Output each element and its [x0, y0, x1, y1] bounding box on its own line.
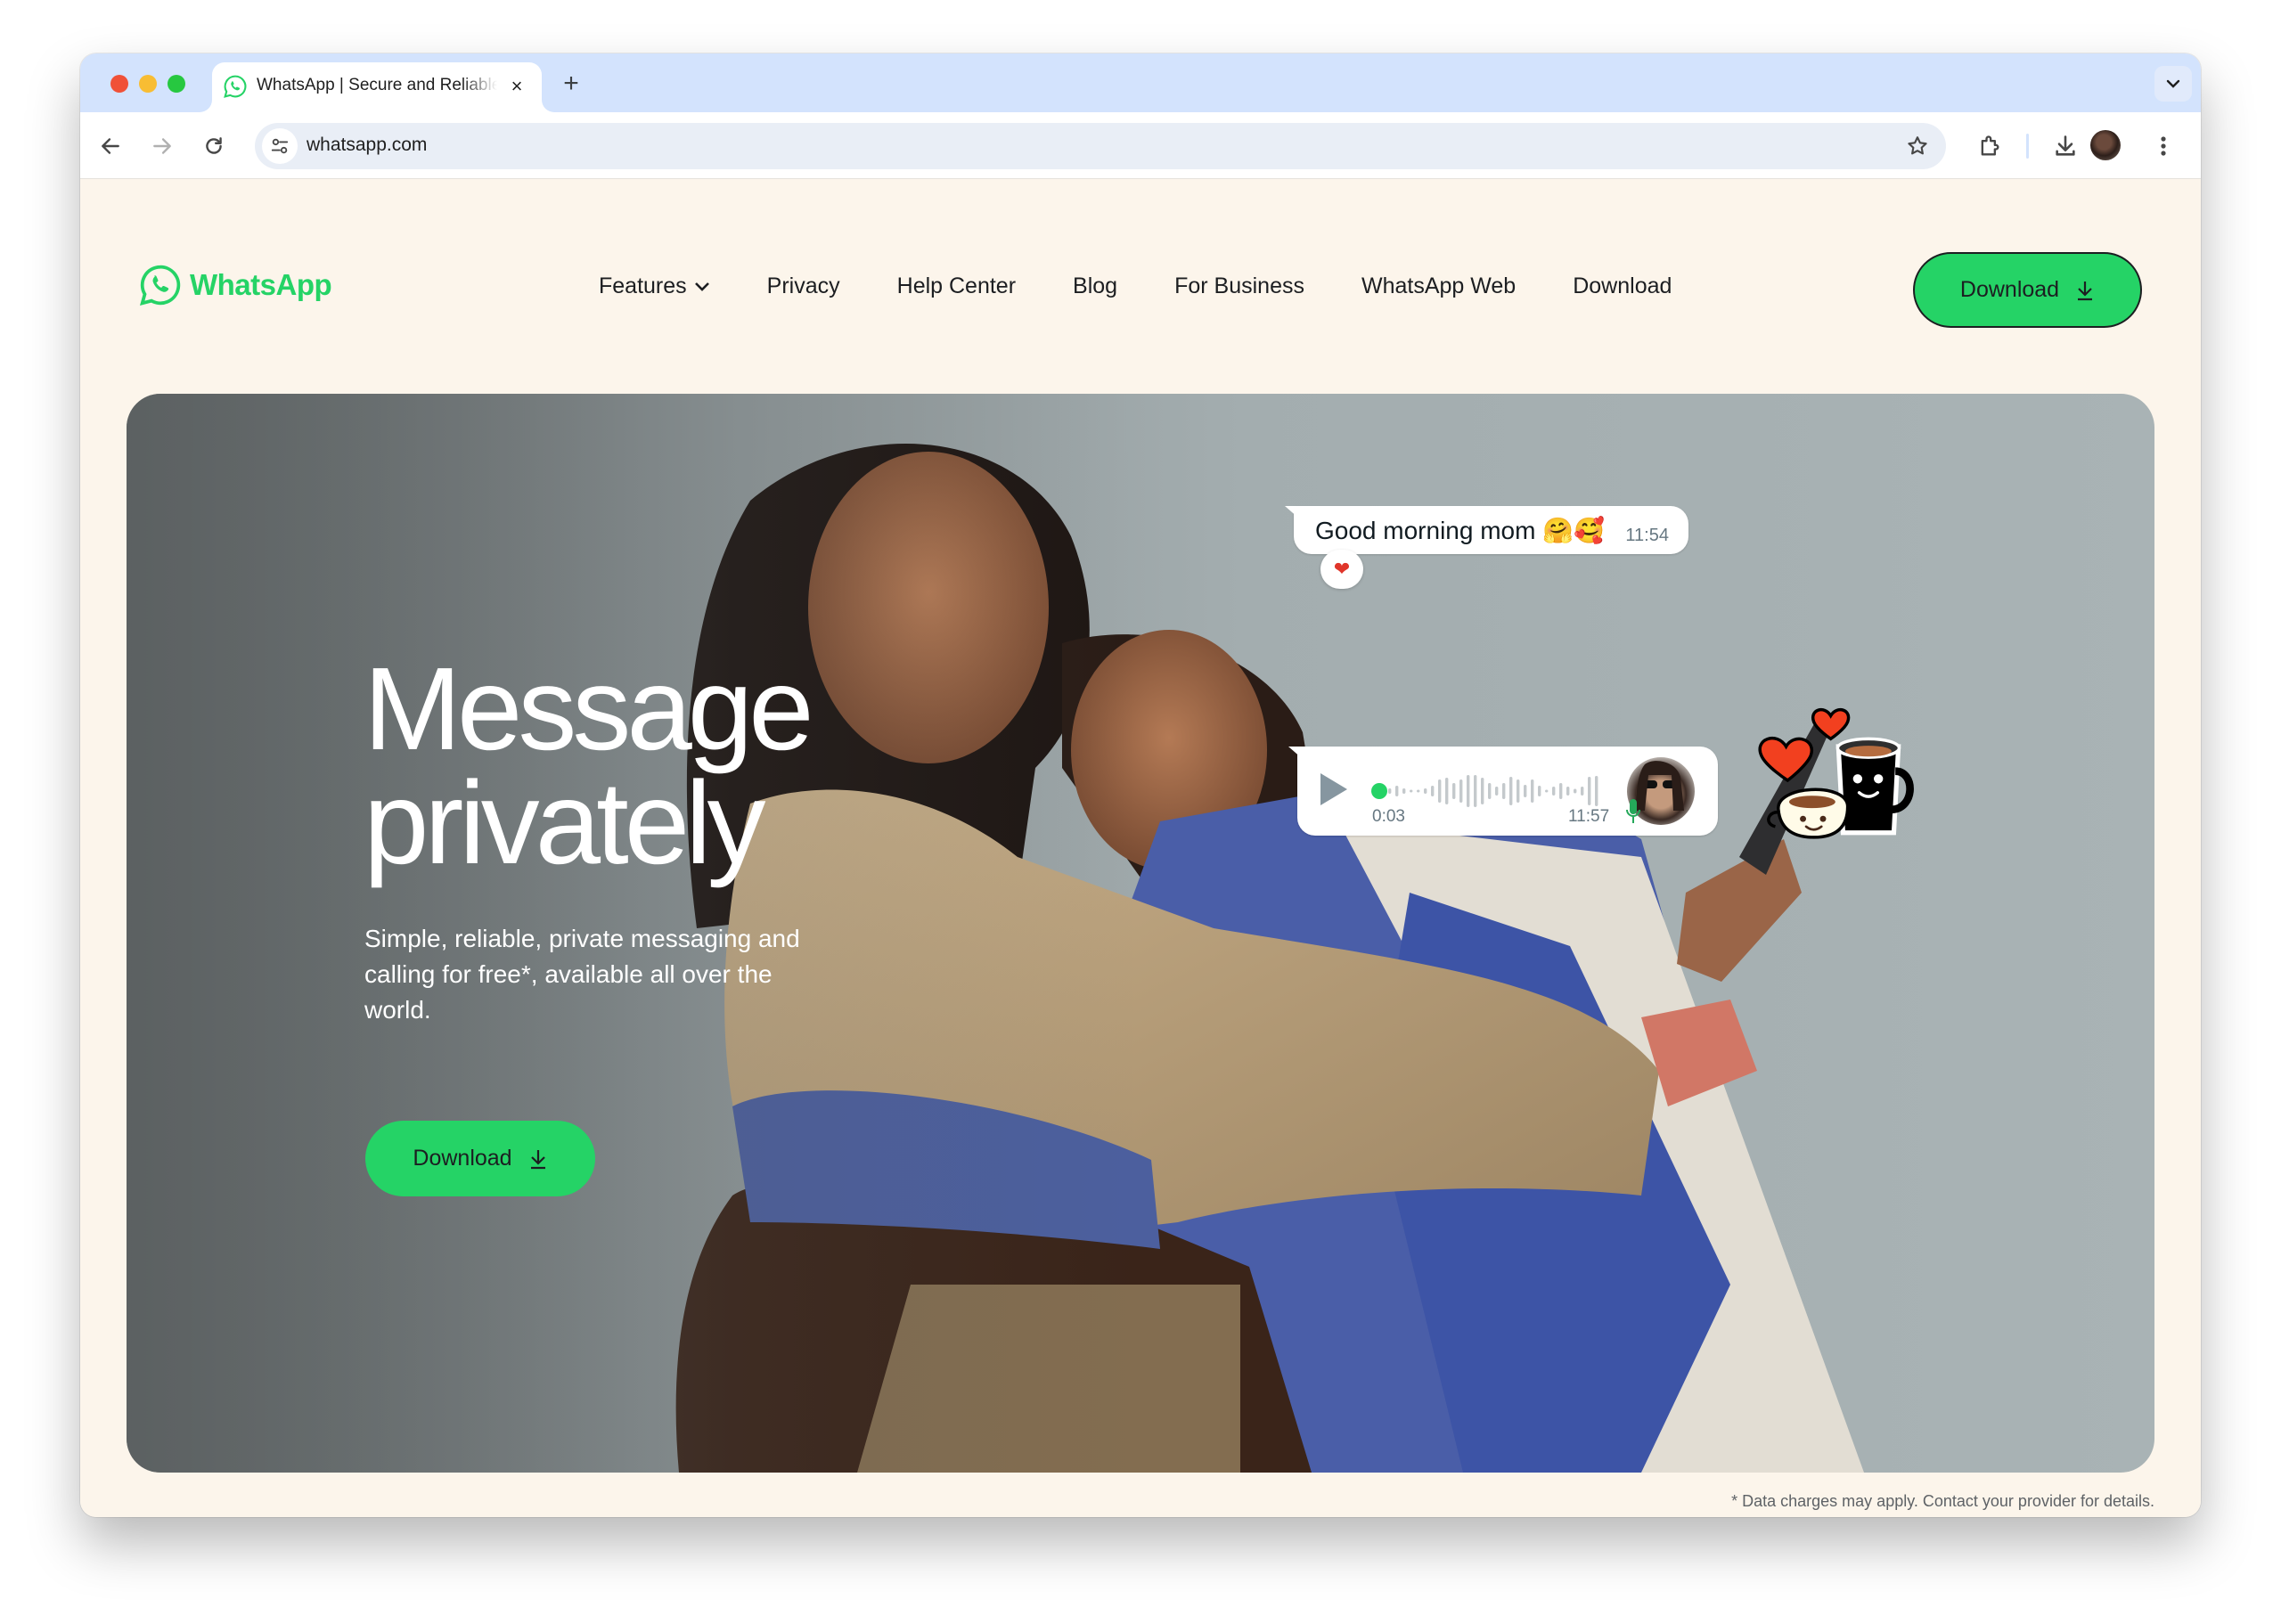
waveform-bar: [1531, 779, 1534, 803]
play-icon[interactable]: [1320, 773, 1347, 805]
tab-search-chevron-icon[interactable]: [2154, 66, 2192, 102]
tab-whatsapp[interactable]: WhatsApp | Secure and Reliable Free Priv…: [212, 62, 542, 112]
main-nav: Features Privacy Help Center Blog For Bu…: [599, 273, 1729, 299]
waveform-bar: [1517, 779, 1520, 803]
waveform-bar: [1417, 789, 1420, 793]
hero-title: Message privately: [364, 650, 814, 882]
url-text[interactable]: whatsapp.com: [307, 135, 427, 156]
waveform-bar: [1559, 783, 1563, 799]
whatsapp-page: WhatsApp Features Privacy Help Center Bl…: [80, 179, 2201, 1517]
waveform-bar: [1388, 788, 1392, 794]
chat-message-bubble: Good morning mom 🤗🥰 11:54: [1285, 506, 1688, 554]
waveform-bar: [1395, 786, 1399, 796]
header-download-label: Download: [1959, 277, 2060, 302]
brand-name: WhatsApp: [190, 268, 332, 301]
waveform-bar: [1538, 786, 1541, 796]
forward-arrow-icon[interactable]: [146, 130, 178, 162]
waveform-bar: [1467, 775, 1470, 807]
toolbar-separator: [2026, 134, 2029, 159]
waveform-bar: [1410, 789, 1413, 793]
reload-icon[interactable]: [198, 130, 230, 162]
new-tab-button[interactable]: +: [558, 70, 585, 98]
waveform-bar: [1595, 776, 1598, 806]
waveform-bar: [1502, 783, 1506, 799]
waveform-bar: [1452, 783, 1456, 799]
nav-features-label: Features: [599, 273, 687, 298]
nav-for-business[interactable]: For Business: [1174, 273, 1304, 299]
hero-title-line2: privately: [364, 757, 766, 888]
chat-message-time: 11:54: [1625, 526, 1669, 545]
profile-avatar[interactable]: [2090, 130, 2121, 160]
back-arrow-icon[interactable]: [94, 130, 127, 162]
chevron-down-icon: [694, 282, 709, 291]
waveform-bar: [1431, 786, 1435, 796]
extensions-puzzle-icon[interactable]: [1974, 130, 2006, 162]
browser-window: WhatsApp | Secure and Reliable Free Priv…: [80, 53, 2201, 1517]
waveform-bar: [1552, 787, 1556, 796]
site-settings-icon[interactable]: [262, 128, 298, 164]
close-tab-icon[interactable]: ×: [504, 74, 529, 99]
waveform-bar: [1566, 787, 1570, 796]
coffee-cups-hearts-sticker: [1758, 707, 1914, 839]
waveform-bar: [1445, 778, 1449, 804]
waveform-bar: [1495, 787, 1499, 796]
heart-reaction-icon: ❤: [1320, 550, 1363, 589]
maximize-window-button[interactable]: [168, 75, 185, 93]
nav-features[interactable]: Features: [599, 273, 710, 299]
waveform-bar: [1574, 788, 1577, 794]
voice-message-bubble: 0:03 11:57: [1288, 747, 1718, 836]
voice-elapsed: 0:03: [1372, 807, 1405, 826]
whatsapp-logo[interactable]: WhatsApp: [138, 263, 332, 307]
nav-blog[interactable]: Blog: [1073, 273, 1117, 299]
tab-bar: WhatsApp | Secure and Reliable Free Priv…: [80, 53, 2201, 112]
hero-title-line1: Message: [364, 643, 814, 774]
voice-progress-handle[interactable]: [1371, 783, 1387, 799]
nav-download[interactable]: Download: [1573, 273, 1672, 299]
bookmark-star-icon[interactable]: [1905, 134, 1930, 159]
hero-banner: Message privately Simple, reliable, priv…: [127, 394, 2154, 1473]
downloads-icon[interactable]: [2049, 130, 2081, 162]
chat-message-text: Good morning mom 🤗🥰: [1315, 517, 1605, 544]
download-icon: [530, 1149, 545, 1169]
minimize-window-button[interactable]: [139, 75, 157, 93]
nav-privacy[interactable]: Privacy: [767, 273, 840, 299]
whatsapp-icon: [224, 75, 247, 98]
waveform-bar: [1459, 779, 1463, 803]
waveform-bar: [1481, 778, 1484, 804]
waveform-bar: [1588, 777, 1591, 805]
download-icon: [2078, 281, 2093, 300]
whatsapp-logo-icon: [140, 265, 181, 306]
waveform-bar: [1545, 789, 1549, 793]
waveform-bar: [1509, 777, 1513, 805]
hero-subtitle: Simple, reliable, private messaging and …: [364, 925, 800, 1024]
waveform-bar: [1474, 775, 1477, 807]
hero-download-button[interactable]: Download: [365, 1121, 595, 1196]
close-window-button[interactable]: [110, 75, 128, 93]
nav-help-center[interactable]: Help Center: [897, 273, 1016, 299]
waveform-bar: [1438, 779, 1442, 803]
hero-download-label: Download: [413, 1146, 512, 1171]
header-download-button[interactable]: Download: [1913, 252, 2142, 328]
data-charges-footnote: * Data charges may apply. Contact your p…: [1731, 1492, 2154, 1510]
more-menu-icon[interactable]: [2147, 130, 2179, 162]
waveform-bar: [1488, 783, 1492, 799]
microphone-icon: [1626, 799, 1640, 823]
nav-whatsapp-web[interactable]: WhatsApp Web: [1361, 273, 1516, 299]
waveform-bar: [1402, 788, 1406, 794]
address-bar[interactable]: whatsapp.com: [255, 123, 1946, 169]
waveform-bar: [1581, 787, 1584, 796]
tab-title: WhatsApp | Secure and Reliable Free Priv…: [257, 76, 497, 94]
waveform-bar: [1424, 788, 1427, 794]
waveform-bar: [1524, 785, 1527, 797]
browser-toolbar: whatsapp.com: [80, 112, 2201, 179]
voice-time: 11:57: [1568, 807, 1610, 826]
